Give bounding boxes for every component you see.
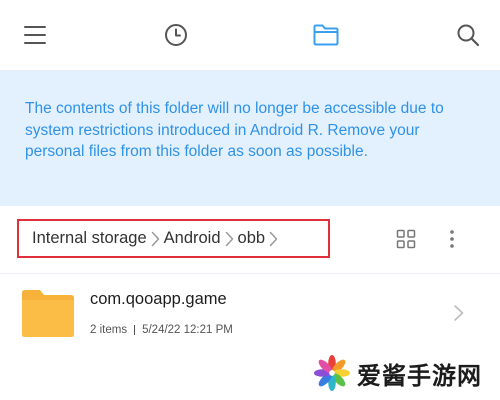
folder-icon	[22, 290, 74, 337]
search-icon	[457, 24, 480, 47]
pinwheel-logo	[313, 354, 351, 392]
meta-divider	[134, 325, 136, 335]
view-toggle-button[interactable]	[396, 229, 416, 249]
path-bar: Internal storage Android obb	[0, 207, 500, 274]
files-tab[interactable]	[308, 17, 344, 53]
menu-icon	[24, 26, 46, 44]
chevron-right-icon	[151, 231, 160, 247]
watermark: 爱酱手游网	[313, 353, 482, 393]
chevron-right-icon	[454, 305, 464, 321]
breadcrumb-item-android[interactable]: Android	[164, 229, 221, 248]
recent-tab[interactable]	[158, 17, 194, 53]
more-options-button[interactable]	[444, 227, 460, 251]
watermark-text: 爱酱手游网	[357, 361, 482, 390]
restriction-notice-text: The contents of this folder will no long…	[25, 100, 444, 160]
chevron-right-icon	[225, 231, 234, 247]
folder-name: com.qooapp.game	[90, 290, 227, 308]
grid-view-icon	[396, 229, 416, 249]
more-vertical-icon	[450, 230, 454, 248]
clock-icon	[165, 24, 187, 46]
folder-item-count: 2 items	[90, 324, 128, 336]
breadcrumb-item-internal-storage[interactable]: Internal storage	[32, 229, 147, 248]
breadcrumb: Internal storage Android obb	[17, 219, 330, 258]
list-item-folder[interactable]: com.qooapp.game 2 items 5/24/22 12:21 PM	[0, 274, 500, 356]
folder-icon	[313, 24, 339, 46]
menu-button[interactable]	[17, 17, 53, 53]
top-navigation-bar	[0, 0, 500, 71]
chevron-right-icon	[269, 231, 278, 247]
folder-meta: 2 items 5/24/22 12:21 PM	[90, 324, 233, 336]
folder-modified-date: 5/24/22 12:21 PM	[142, 324, 233, 336]
restriction-notice-banner: The contents of this folder will no long…	[0, 71, 500, 206]
search-button[interactable]	[450, 17, 486, 53]
breadcrumb-item-obb[interactable]: obb	[238, 229, 266, 248]
